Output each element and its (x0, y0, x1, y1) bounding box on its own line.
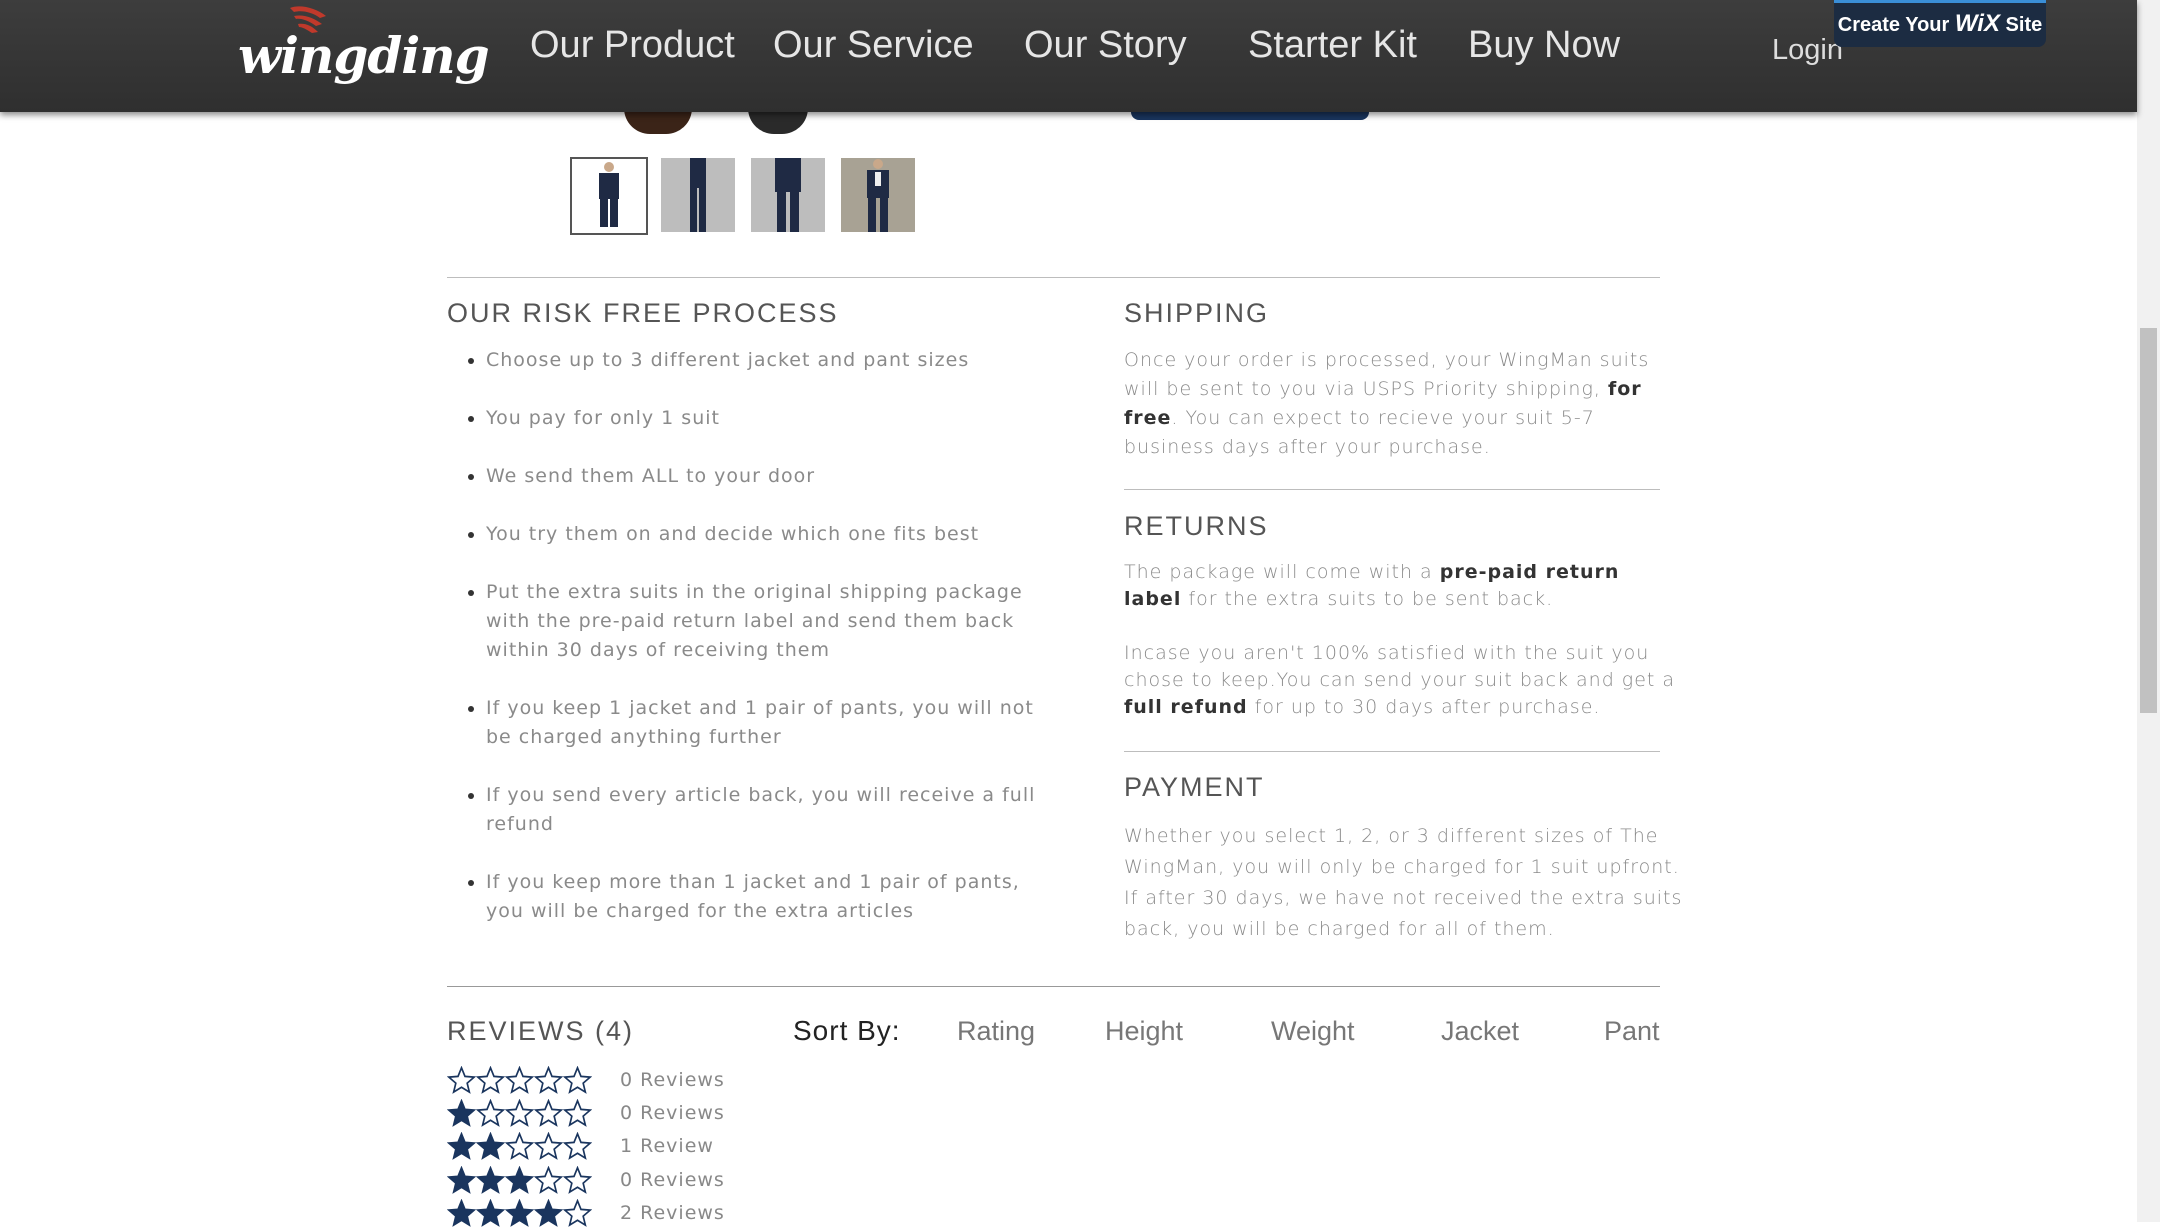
list-item: If you keep 1 jacket and 1 pair of pants… (486, 694, 1046, 752)
divider (447, 277, 1660, 278)
shipping-text-before: Once your order is processed, your WingM… (1124, 349, 1650, 400)
wix-prefix: Create Your (1837, 14, 1950, 36)
star-rating-row[interactable] (446, 1198, 593, 1231)
returns-p1-after: for the extra suits to be sent back. (1188, 588, 1554, 610)
review-count: 2 Reviews (620, 1202, 725, 1224)
star-icon (533, 1098, 564, 1127)
suit-image (690, 158, 706, 232)
wix-brand: WiX (1954, 10, 2000, 37)
star-icon (475, 1131, 506, 1160)
nav-starter-kit[interactable]: Starter Kit (1248, 24, 1417, 67)
nav-our-product[interactable]: Our Product (530, 24, 735, 67)
returns-p2-before: Incase you aren't 100% satisfied with th… (1124, 642, 1676, 691)
product-thumbnail[interactable] (841, 158, 915, 232)
star-rating-row[interactable] (446, 1165, 593, 1198)
sort-label: Sort By: (793, 1015, 901, 1046)
wix-suffix: Site (2005, 14, 2043, 36)
star-icon (504, 1098, 535, 1127)
star-icon (533, 1165, 564, 1194)
star-icon (446, 1098, 477, 1127)
review-count: 0 Reviews (620, 1169, 725, 1191)
star-rating-row[interactable] (446, 1131, 593, 1164)
site-header: wingding Our Product Our Service Our Sto… (0, 0, 2137, 112)
star-icon (446, 1065, 477, 1094)
divider (447, 986, 1660, 987)
list-item: You pay for only 1 suit (486, 404, 1046, 433)
shipping-text: Once your order is processed, your WingM… (1124, 346, 1679, 462)
sort-rating[interactable]: Rating (957, 1016, 1035, 1047)
star-icon (562, 1065, 593, 1094)
star-icon (562, 1198, 593, 1227)
review-count: 0 Reviews (620, 1069, 725, 1091)
review-count: 1 Review (620, 1135, 714, 1157)
star-rating-row[interactable] (446, 1065, 593, 1098)
sort-jacket[interactable]: Jacket (1441, 1016, 1519, 1047)
star-rating-row[interactable] (446, 1098, 593, 1131)
scrollbar-thumb[interactable] (2140, 328, 2157, 713)
returns-title: RETURNS (1124, 511, 1269, 541)
star-icon (562, 1098, 593, 1127)
create-wix-site-button[interactable]: Create Your WiX Site (1834, 0, 2046, 47)
star-icon (475, 1065, 506, 1094)
star-icon (475, 1098, 506, 1127)
reviews-title: REVIEWS (4) (447, 1016, 635, 1046)
suit-image (867, 159, 889, 232)
returns-p2-bold: full refund (1124, 696, 1248, 718)
process-title: OUR RISK FREE PROCESS (447, 298, 839, 328)
star-icon (446, 1198, 477, 1227)
list-item: Choose up to 3 different jacket and pant… (486, 346, 1046, 375)
star-icon (446, 1165, 477, 1194)
nav-buy-now[interactable]: Buy Now (1468, 24, 1620, 67)
suit-image (599, 162, 619, 227)
star-icon (533, 1198, 564, 1227)
returns-paragraph-1: The package will come with a pre-paid re… (1124, 559, 1679, 613)
star-icon (504, 1065, 535, 1094)
review-count: 0 Reviews (620, 1102, 725, 1124)
suit-image (775, 158, 801, 232)
product-thumbnail[interactable] (570, 157, 648, 235)
process-steps: Choose up to 3 different jacket and pant… (466, 346, 1046, 955)
list-item: If you keep more than 1 jacket and 1 pai… (486, 868, 1046, 926)
star-icon (562, 1131, 593, 1160)
star-icon (475, 1198, 506, 1227)
logo[interactable]: wingding (238, 26, 490, 85)
list-item: We send them ALL to your door (486, 462, 1046, 491)
product-thumbnail[interactable] (661, 158, 735, 232)
returns-p1-before: The package will come with a (1124, 561, 1433, 583)
product-thumbnail[interactable] (751, 158, 825, 232)
sort-height[interactable]: Height (1105, 1016, 1183, 1047)
divider (1124, 489, 1660, 490)
star-icon (446, 1131, 477, 1160)
star-icon (504, 1198, 535, 1227)
login-link[interactable]: Login (1772, 34, 1843, 67)
list-item: You try them on and decide which one fit… (486, 520, 1046, 549)
star-icon (533, 1065, 564, 1094)
nav-our-story[interactable]: Our Story (1024, 24, 1187, 67)
divider (1124, 751, 1660, 752)
nav-our-service[interactable]: Our Service (773, 24, 974, 67)
star-icon (475, 1165, 506, 1194)
sort-weight[interactable]: Weight (1271, 1016, 1355, 1047)
shipping-title: SHIPPING (1124, 298, 1270, 328)
payment-text: Whether you select 1, 2, or 3 different … (1124, 825, 1683, 940)
star-icon (562, 1165, 593, 1194)
star-icon (533, 1131, 564, 1160)
returns-p2-after: for up to 30 days after purchase. (1254, 696, 1601, 718)
returns-paragraph-2: Incase you aren't 100% satisfied with th… (1124, 640, 1679, 721)
list-item: If you send every article back, you will… (486, 781, 1046, 839)
sort-pant[interactable]: Pant (1604, 1016, 1660, 1047)
list-item: Put the extra suits in the original ship… (486, 578, 1046, 665)
shipping-text-after: . You can expect to recieve your suit 5-… (1124, 407, 1595, 458)
star-icon (504, 1131, 535, 1160)
payment-title: PAYMENT (1124, 772, 1265, 802)
star-icon (504, 1165, 535, 1194)
